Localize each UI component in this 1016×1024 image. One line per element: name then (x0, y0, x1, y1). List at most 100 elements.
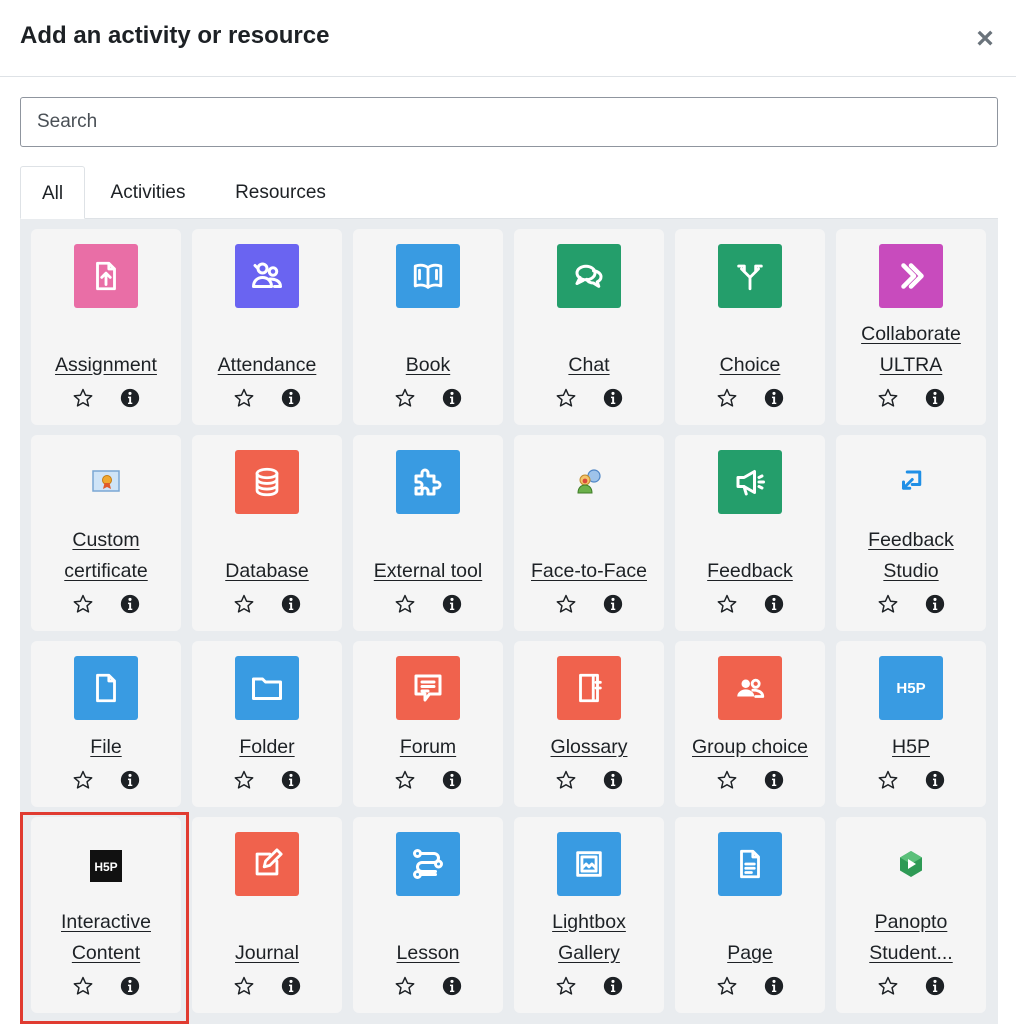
info-icon[interactable] (119, 975, 141, 997)
activity-name[interactable]: Content (31, 938, 181, 969)
activity-name[interactable]: Forum (353, 732, 503, 763)
activity-name[interactable]: ULTRA (836, 350, 986, 381)
info-icon[interactable] (924, 593, 946, 615)
tab-activities[interactable]: Activities (96, 166, 200, 219)
activity-card-panopto-student[interactable]: Panopto Student... (836, 817, 986, 1013)
star-icon[interactable] (555, 769, 577, 791)
info-icon[interactable] (763, 387, 785, 409)
tab-all[interactable]: All (20, 166, 85, 219)
star-icon[interactable] (394, 387, 416, 409)
activity-name[interactable]: Page (675, 938, 825, 969)
activity-card-journal[interactable]: Journal (192, 817, 342, 1013)
activity-name[interactable]: Book (353, 350, 503, 381)
info-icon[interactable] (441, 769, 463, 791)
info-icon[interactable] (280, 975, 302, 997)
star-icon[interactable] (555, 975, 577, 997)
star-icon[interactable] (394, 769, 416, 791)
star-icon[interactable] (233, 975, 255, 997)
activity-name[interactable]: Studio (836, 556, 986, 587)
star-icon[interactable] (716, 593, 738, 615)
activity-card-page[interactable]: Page (675, 817, 825, 1013)
activity-name[interactable]: Face-to-Face (514, 556, 664, 587)
star-icon[interactable] (716, 387, 738, 409)
info-icon[interactable] (119, 769, 141, 791)
info-icon[interactable] (924, 975, 946, 997)
info-icon[interactable] (602, 593, 624, 615)
star-icon[interactable] (72, 593, 94, 615)
star-icon[interactable] (555, 593, 577, 615)
star-icon[interactable] (233, 387, 255, 409)
activity-name[interactable]: File (31, 732, 181, 763)
activity-card-book[interactable]: Book (353, 229, 503, 425)
activity-card-file[interactable]: File (31, 641, 181, 807)
info-icon[interactable] (441, 593, 463, 615)
activity-name[interactable]: Gallery (514, 938, 664, 969)
activity-name[interactable]: H5P (836, 732, 986, 763)
info-icon[interactable] (441, 975, 463, 997)
activity-card-custom-certificate[interactable]: Custom certificate (31, 435, 181, 631)
tab-resources[interactable]: Resources (223, 166, 338, 219)
info-icon[interactable] (280, 593, 302, 615)
activity-name[interactable]: Folder (192, 732, 342, 763)
activity-name[interactable]: Glossary (514, 732, 664, 763)
activity-name[interactable]: Collaborate (836, 319, 986, 350)
activity-name[interactable]: Lightbox (514, 907, 664, 938)
activity-card-forum[interactable]: Forum (353, 641, 503, 807)
activity-card-lesson[interactable]: Lesson (353, 817, 503, 1013)
star-icon[interactable] (72, 387, 94, 409)
activity-name[interactable]: Journal (192, 938, 342, 969)
activity-card-interactive-content[interactable]: H5P Interactive Content (31, 817, 181, 1013)
activity-name[interactable]: Chat (514, 350, 664, 381)
activity-name[interactable]: Panopto (836, 907, 986, 938)
info-icon[interactable] (119, 593, 141, 615)
activity-card-feedback-studio[interactable]: Feedback Studio (836, 435, 986, 631)
activity-card-choice[interactable]: Choice (675, 229, 825, 425)
activity-name[interactable]: Feedback (675, 556, 825, 587)
info-icon[interactable] (280, 769, 302, 791)
star-icon[interactable] (394, 593, 416, 615)
info-icon[interactable] (924, 769, 946, 791)
info-icon[interactable] (924, 387, 946, 409)
activity-card-collaborate-ultra[interactable]: Collaborate ULTRA (836, 229, 986, 425)
activity-card-database[interactable]: Database (192, 435, 342, 631)
info-icon[interactable] (763, 769, 785, 791)
star-icon[interactable] (233, 769, 255, 791)
activity-card-attendance[interactable]: Attendance (192, 229, 342, 425)
activity-card-group-choice[interactable]: Group choice (675, 641, 825, 807)
star-icon[interactable] (877, 975, 899, 997)
activity-name[interactable]: Group choice (675, 732, 825, 763)
info-icon[interactable] (280, 387, 302, 409)
activity-card-face-to-face[interactable]: Face-to-Face (514, 435, 664, 631)
activity-name[interactable]: Student... (836, 938, 986, 969)
star-icon[interactable] (72, 769, 94, 791)
activity-card-folder[interactable]: Folder (192, 641, 342, 807)
info-icon[interactable] (441, 387, 463, 409)
activity-name[interactable]: Database (192, 556, 342, 587)
star-icon[interactable] (716, 975, 738, 997)
activity-name[interactable]: certificate (31, 556, 181, 587)
info-icon[interactable] (763, 593, 785, 615)
activity-card-glossary[interactable]: Glossary (514, 641, 664, 807)
activity-name[interactable]: Attendance (192, 350, 342, 381)
star-icon[interactable] (555, 387, 577, 409)
activity-name[interactable]: Choice (675, 350, 825, 381)
star-icon[interactable] (877, 387, 899, 409)
activity-card-external-tool[interactable]: External tool (353, 435, 503, 631)
activity-card-h5p[interactable]: H5P H5P (836, 641, 986, 807)
activity-card-lightbox-gallery[interactable]: Lightbox Gallery (514, 817, 664, 1013)
star-icon[interactable] (877, 769, 899, 791)
star-icon[interactable] (233, 593, 255, 615)
activity-card-feedback[interactable]: Feedback (675, 435, 825, 631)
activity-name[interactable]: Lesson (353, 938, 503, 969)
star-icon[interactable] (877, 593, 899, 615)
star-icon[interactable] (394, 975, 416, 997)
activity-card-chat[interactable]: Chat (514, 229, 664, 425)
star-icon[interactable] (716, 769, 738, 791)
activity-name[interactable]: Interactive (31, 907, 181, 938)
close-button[interactable]: × (970, 24, 1000, 54)
activity-name[interactable]: Assignment (31, 350, 181, 381)
activity-card-assignment[interactable]: Assignment (31, 229, 181, 425)
activity-name[interactable]: Feedback (836, 525, 986, 556)
info-icon[interactable] (602, 387, 624, 409)
star-icon[interactable] (72, 975, 94, 997)
